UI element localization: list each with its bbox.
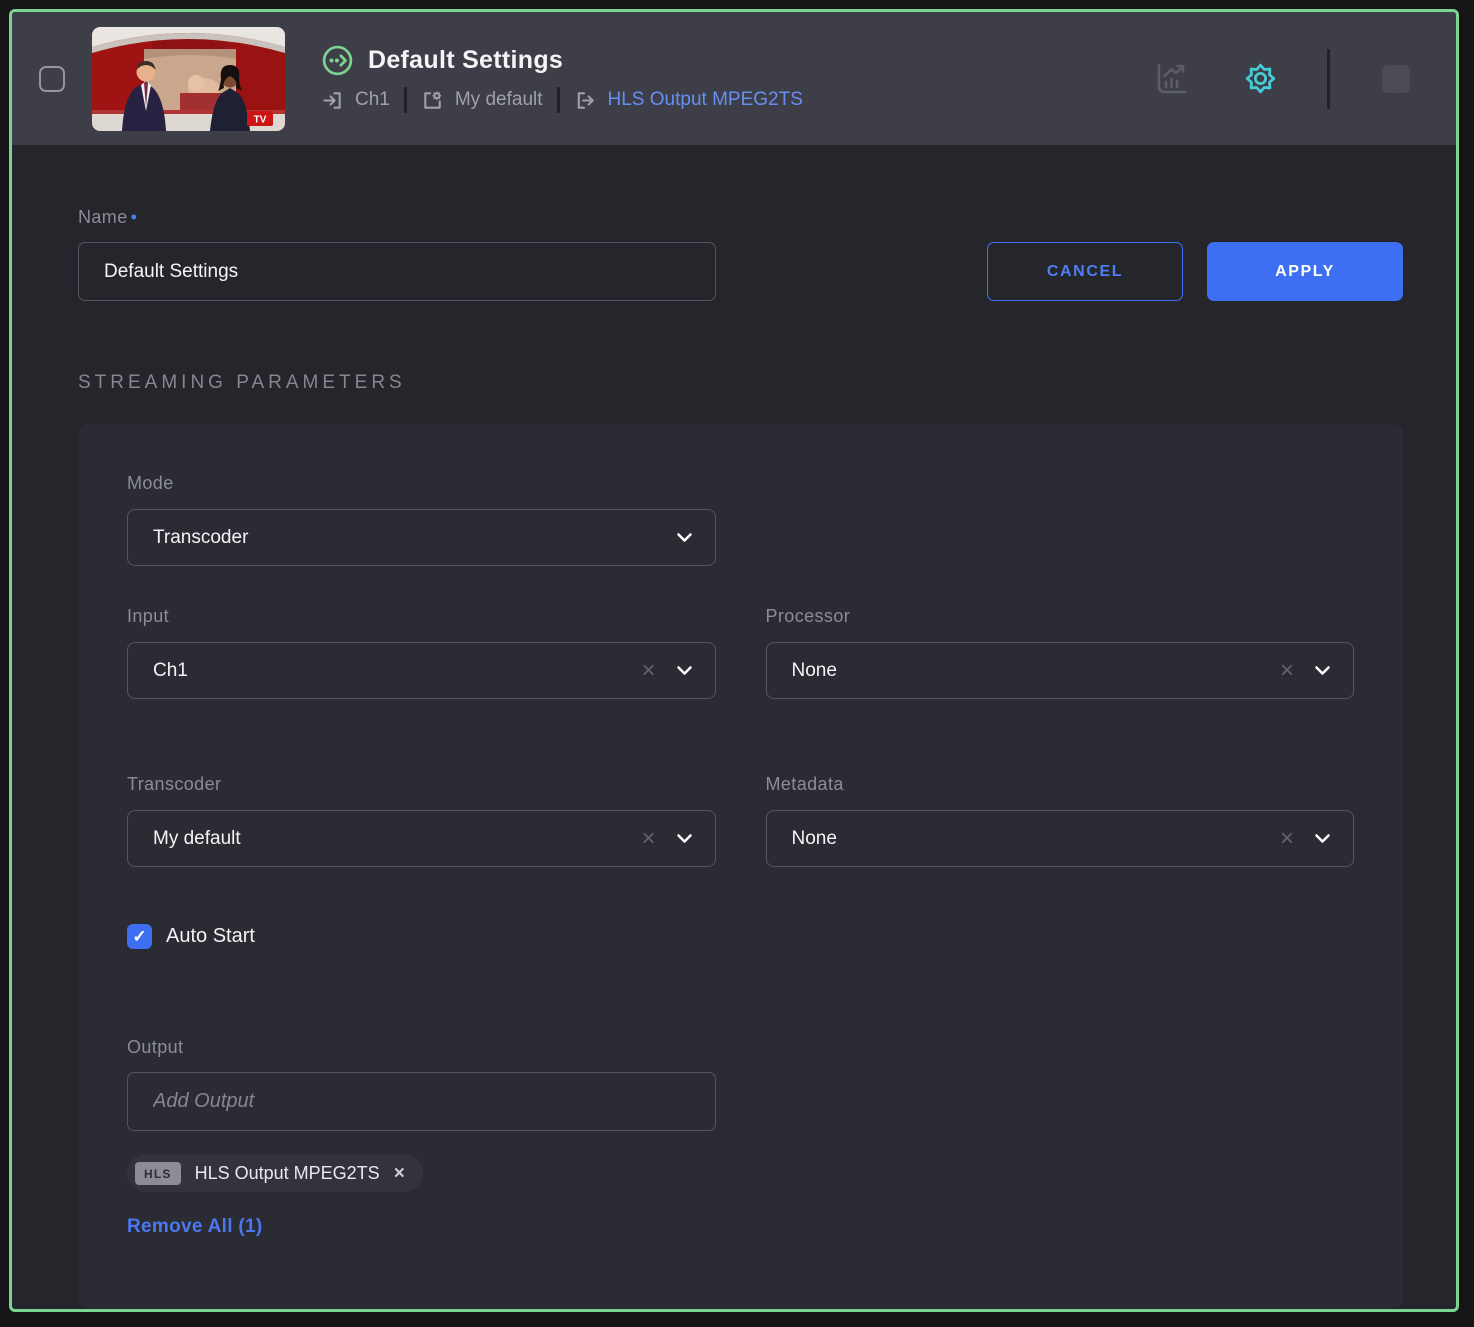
breadcrumb-input[interactable]: Ch1 — [321, 89, 390, 112]
processor-field: Processor None × — [766, 606, 1355, 699]
drag-handle-button[interactable] — [1382, 65, 1410, 93]
breadcrumb-output-label: HLS Output MPEG2TS — [608, 89, 803, 111]
chevron-down-icon[interactable] — [676, 532, 693, 543]
metadata-label: Metadata — [766, 774, 1355, 795]
settings-gear-icon — [1242, 60, 1279, 97]
clear-icon[interactable]: × — [641, 827, 655, 851]
breadcrumb: Ch1 My default — [321, 87, 803, 113]
input-field: Input Ch1 × — [127, 606, 716, 699]
stats-icon — [1154, 61, 1188, 97]
streaming-parameters-panel: Mode Transcoder Input Ch1 × — [78, 424, 1403, 1308]
chevron-down-icon[interactable] — [676, 833, 693, 844]
remove-tag-icon[interactable]: × — [394, 1164, 405, 1183]
input-label: Input — [127, 606, 716, 627]
main-content: Name CANCEL APPLY STREAMING PARAMETERS M… — [12, 145, 1456, 1308]
input-icon — [321, 89, 344, 112]
transcoder-field: Transcoder My default × — [127, 774, 716, 867]
svg-text:TV: TV — [254, 114, 267, 125]
clear-icon[interactable]: × — [1280, 659, 1294, 683]
name-input[interactable] — [78, 242, 716, 301]
metadata-select[interactable]: None × — [766, 810, 1355, 867]
clear-icon[interactable]: × — [641, 659, 655, 683]
header-bar: TV Default Settings Ch1 — [12, 12, 1456, 145]
processor-label: Processor — [766, 606, 1355, 627]
chevron-down-icon[interactable] — [1314, 833, 1331, 844]
settings-window: TV Default Settings Ch1 — [9, 9, 1459, 1312]
checkbox-checked-icon: ✓ — [127, 924, 152, 949]
input-value: Ch1 — [153, 660, 188, 682]
hls-badge: HLS — [135, 1162, 181, 1185]
name-label: Name — [78, 207, 716, 228]
header-divider — [1327, 49, 1330, 109]
auto-start-checkbox[interactable]: ✓ Auto Start — [127, 924, 1354, 949]
auto-start-label: Auto Start — [166, 925, 255, 948]
transcoder-select[interactable]: My default × — [127, 810, 716, 867]
header-actions — [1154, 49, 1410, 109]
breadcrumb-separator — [557, 87, 560, 113]
output-tag: HLS HLS Output MPEG2TS × — [127, 1154, 423, 1192]
news-studio-preview: TV — [92, 27, 285, 131]
apply-button[interactable]: APPLY — [1207, 242, 1403, 301]
settings-button[interactable] — [1242, 60, 1279, 97]
cancel-button[interactable]: CANCEL — [987, 242, 1183, 301]
transcoder-value: My default — [153, 828, 241, 850]
mode-label: Mode — [127, 473, 716, 494]
stats-button[interactable] — [1154, 61, 1188, 97]
remove-all-link[interactable]: Remove All (1) — [127, 1216, 262, 1238]
add-output-input[interactable] — [127, 1072, 716, 1131]
video-thumbnail[interactable]: TV — [92, 27, 285, 131]
input-select[interactable]: Ch1 × — [127, 642, 716, 699]
breadcrumb-output-link[interactable]: HLS Output MPEG2TS — [574, 89, 803, 112]
clear-icon[interactable]: × — [1280, 827, 1294, 851]
chevron-down-icon[interactable] — [1314, 665, 1331, 676]
form-actions: CANCEL APPLY — [987, 242, 1403, 301]
chevron-down-icon[interactable] — [676, 665, 693, 676]
processor-select[interactable]: None × — [766, 642, 1355, 699]
select-checkbox[interactable] — [39, 66, 65, 92]
metadata-value: None — [792, 828, 837, 850]
section-title: STREAMING PARAMETERS — [78, 372, 1403, 394]
transcoder-icon — [421, 89, 444, 112]
breadcrumb-transcoder[interactable]: My default — [421, 89, 543, 112]
check-glyph: ✓ — [132, 927, 146, 947]
mode-field: Mode Transcoder — [127, 473, 716, 566]
breadcrumb-transcoder-label: My default — [455, 89, 543, 111]
stream-status-icon — [321, 44, 354, 77]
metadata-field: Metadata None × — [766, 774, 1355, 867]
breadcrumb-input-label: Ch1 — [355, 89, 390, 111]
name-row: Name CANCEL APPLY — [78, 207, 1403, 301]
transcoder-label: Transcoder — [127, 774, 716, 795]
output-icon — [574, 89, 597, 112]
title-block: Default Settings Ch1 — [321, 44, 803, 113]
output-field: Output HLS HLS Output MPEG2TS × Remove A… — [127, 1037, 716, 1238]
mode-select[interactable]: Transcoder — [127, 509, 716, 566]
breadcrumb-separator — [404, 87, 407, 113]
transcoder-metadata-row: Transcoder My default × Metadata None — [127, 774, 1354, 867]
output-tag-label: HLS Output MPEG2TS — [195, 1163, 380, 1184]
input-processor-row: Input Ch1 × Processor None — [127, 606, 1354, 699]
processor-value: None — [792, 660, 837, 682]
page-title: Default Settings — [368, 46, 563, 75]
mode-value: Transcoder — [153, 527, 248, 549]
output-label: Output — [127, 1037, 716, 1058]
